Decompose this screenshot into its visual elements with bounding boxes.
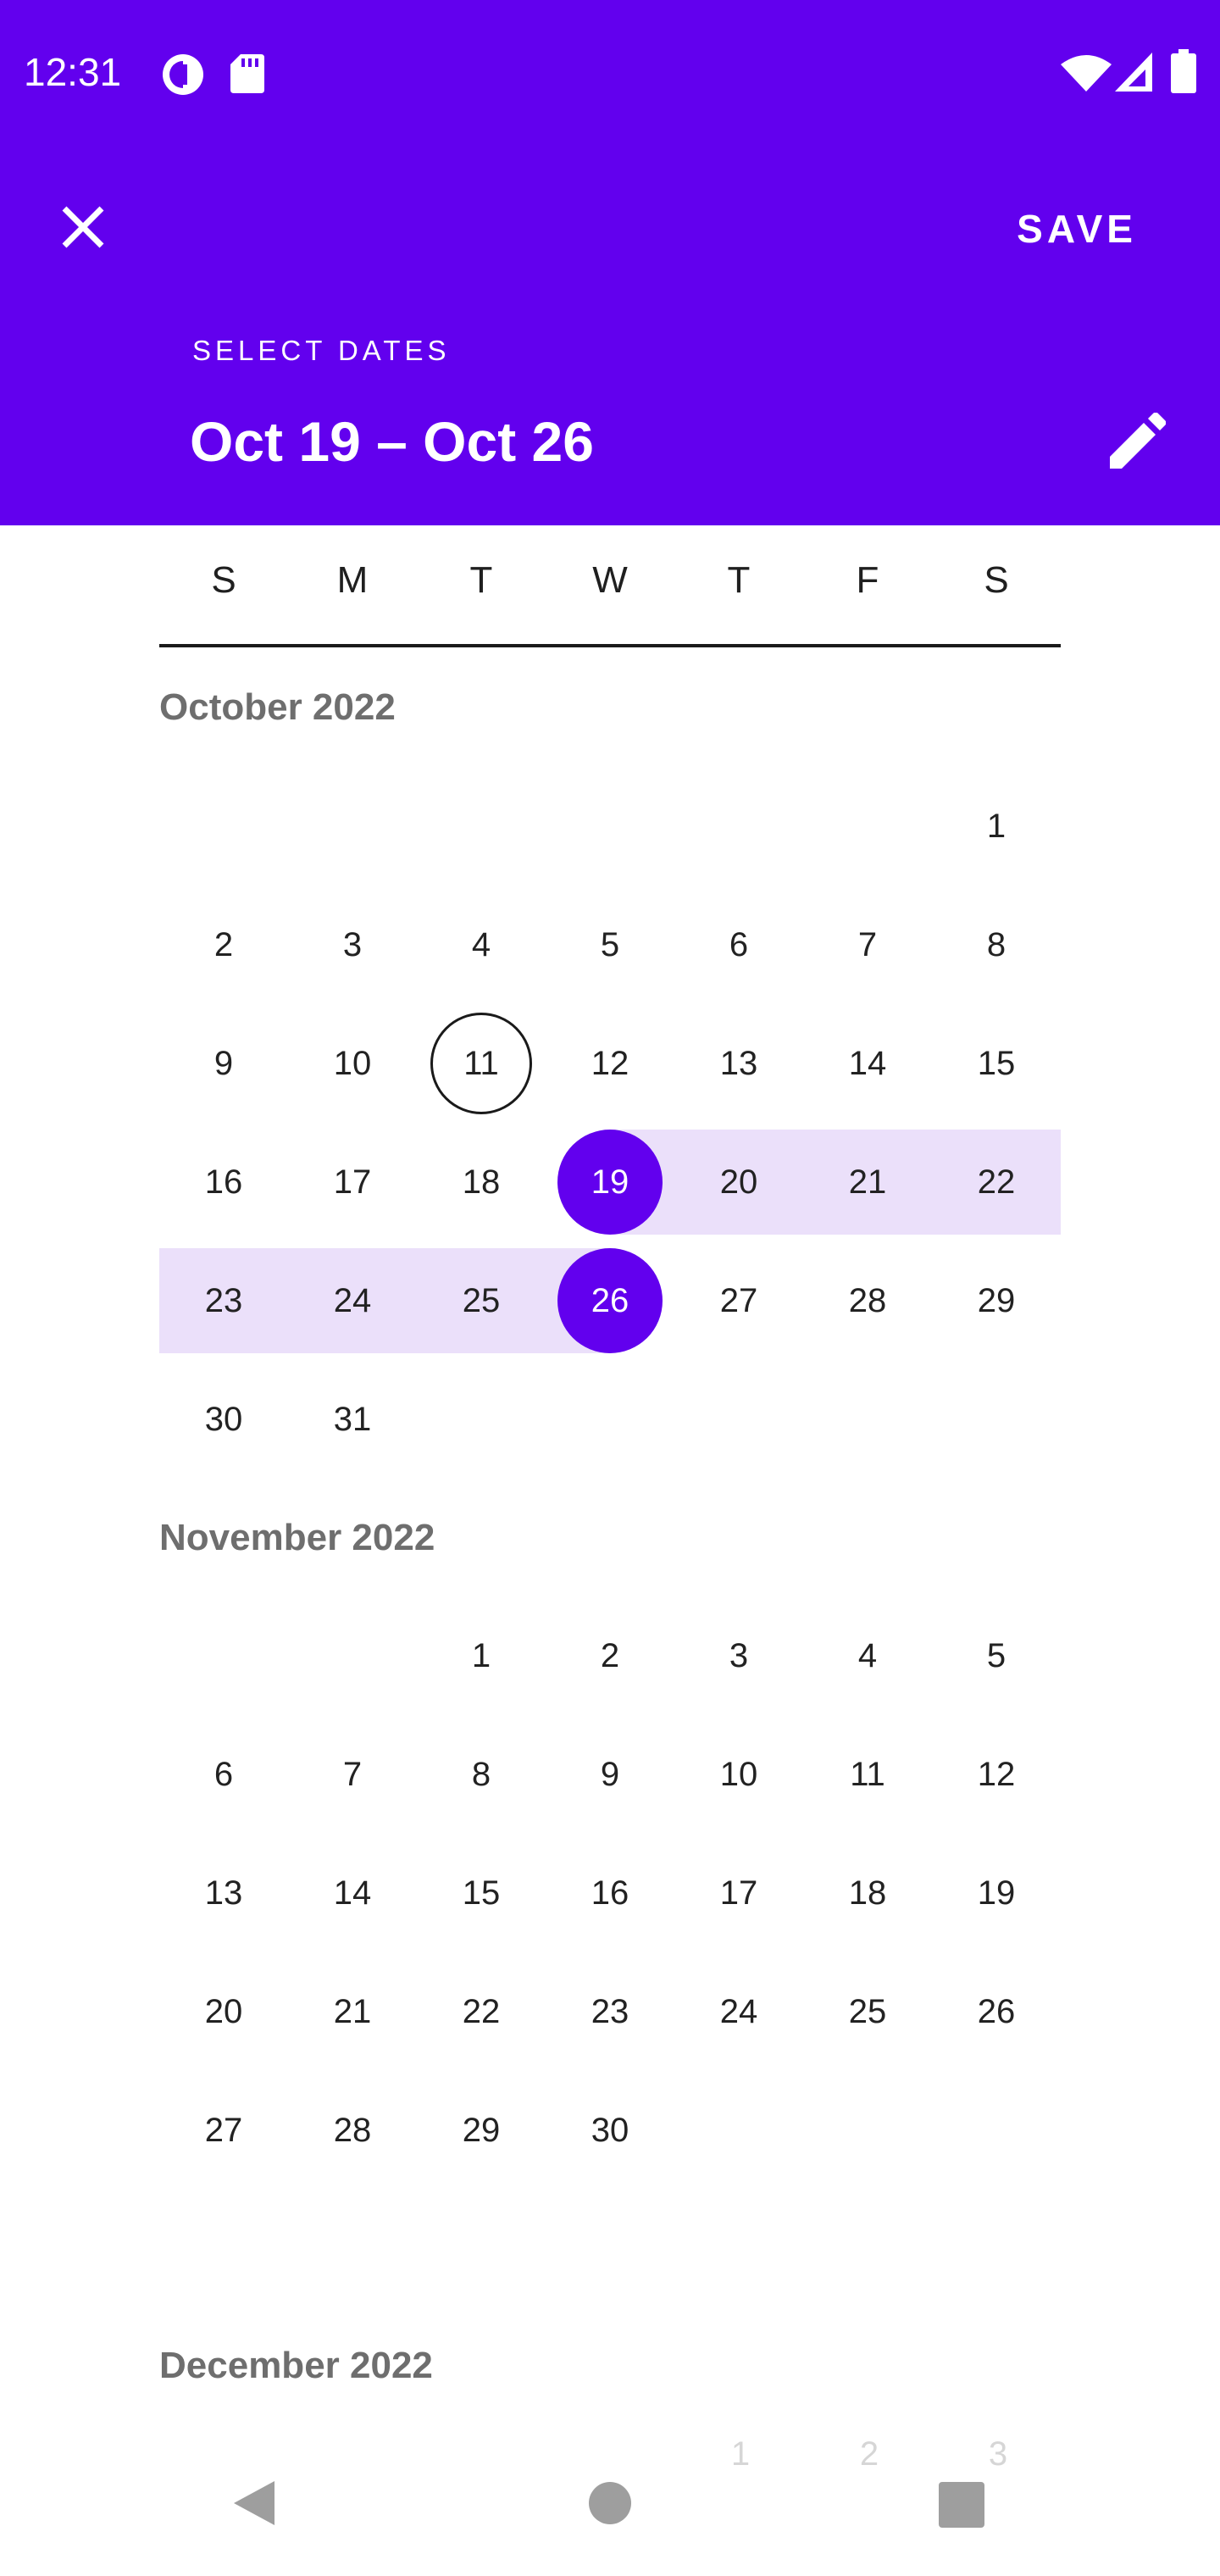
- weekday-label: M: [336, 559, 369, 601]
- calendar-day[interactable]: 24: [674, 1952, 803, 2071]
- calendar-day[interactable]: 15: [417, 1834, 546, 1952]
- calendar-day[interactable]: 5: [546, 886, 674, 1004]
- calendar-day[interactable]: 25: [417, 1241, 546, 1360]
- calendar-day[interactable]: 30: [159, 1360, 288, 1479]
- calendar-day[interactable]: 19: [546, 1123, 674, 1241]
- weekday-divider: [159, 644, 1061, 647]
- month-title: October 2022: [159, 686, 396, 728]
- weekday-header: S M T W T F S: [159, 559, 1061, 644]
- weekday-label: T: [469, 559, 493, 601]
- close-icon: [53, 206, 114, 261]
- calendar-day[interactable]: 22: [932, 1123, 1061, 1241]
- battery-icon: [1171, 49, 1196, 97]
- calendar-day[interactable]: 3: [934, 2429, 1062, 2479]
- calendar-day[interactable]: 29: [932, 1241, 1061, 1360]
- calendar-day[interactable]: 23: [546, 1952, 674, 2071]
- calendar-day[interactable]: 3: [288, 886, 417, 1004]
- calendar-day[interactable]: 19: [932, 1834, 1061, 1952]
- calendar-day[interactable]: 8: [932, 886, 1061, 1004]
- month-title: December 2022: [159, 2345, 433, 2386]
- wifi-icon: [1061, 54, 1112, 96]
- calendar-day[interactable]: 10: [288, 1004, 417, 1123]
- recents-icon: [939, 2482, 984, 2531]
- back-icon: [230, 2481, 278, 2532]
- selected-range-title: Oct 19 – Oct 26: [190, 410, 594, 473]
- calendar-day[interactable]: 7: [803, 886, 932, 1004]
- weekday-label: S: [984, 559, 1009, 601]
- calendar-day[interactable]: 14: [803, 1004, 932, 1123]
- calendar-day[interactable]: 17: [288, 1123, 417, 1241]
- weekday-label: W: [592, 559, 628, 601]
- calendar-day[interactable]: 6: [674, 886, 803, 1004]
- weekday-label: T: [727, 559, 751, 601]
- calendar-day[interactable]: 2: [546, 1596, 674, 1715]
- calendar-day[interactable]: 6: [159, 1715, 288, 1834]
- calendar-day[interactable]: 1: [932, 767, 1061, 886]
- calendar-day[interactable]: 21: [288, 1952, 417, 2071]
- calendar-day[interactable]: 7: [288, 1715, 417, 1834]
- calendar-day[interactable]: 1: [417, 1596, 546, 1715]
- save-button[interactable]: SAVE: [1017, 206, 1137, 252]
- calendar-day[interactable]: 17: [674, 1834, 803, 1952]
- calendar-day[interactable]: 29: [417, 2071, 546, 2190]
- calendar-day[interactable]: 3: [674, 1596, 803, 1715]
- calendar-day[interactable]: 26: [932, 1952, 1061, 2071]
- calendar-day[interactable]: 21: [803, 1123, 932, 1241]
- calendar-day[interactable]: 4: [803, 1596, 932, 1715]
- calendar-day[interactable]: 9: [546, 1715, 674, 1834]
- month-title: November 2022: [159, 1517, 435, 1558]
- calendar-day[interactable]: 28: [803, 1241, 932, 1360]
- calendar-day[interactable]: 15: [932, 1004, 1061, 1123]
- cell-signal-icon: [1115, 53, 1152, 96]
- calendar-day[interactable]: 16: [159, 1123, 288, 1241]
- calendar-day[interactable]: 24: [288, 1241, 417, 1360]
- calendar-day[interactable]: 31: [288, 1360, 417, 1479]
- nav-home-button[interactable]: [588, 2481, 632, 2529]
- calendar-day[interactable]: 16: [546, 1834, 674, 1952]
- calendar-day[interactable]: 2: [805, 2429, 934, 2479]
- calendar-day[interactable]: 18: [803, 1834, 932, 1952]
- calendar-day[interactable]: 9: [159, 1004, 288, 1123]
- weekday-label: F: [856, 559, 879, 601]
- calendar-day[interactable]: 13: [674, 1004, 803, 1123]
- calendar-day[interactable]: 14: [288, 1834, 417, 1952]
- select-dates-label: SELECT DATES: [192, 335, 451, 366]
- home-icon: [588, 2482, 632, 2529]
- calendar-day[interactable]: 20: [674, 1123, 803, 1241]
- calendar-day[interactable]: 13: [159, 1834, 288, 1952]
- calendar-day[interactable]: 8: [417, 1715, 546, 1834]
- edit-date-button[interactable]: [1106, 412, 1167, 475]
- calendar-day[interactable]: 25: [803, 1952, 932, 2071]
- calendar-day[interactable]: 30: [546, 2071, 674, 2190]
- weekday-label: S: [211, 559, 236, 601]
- close-button[interactable]: [53, 197, 114, 258]
- calendar-day[interactable]: 22: [417, 1952, 546, 2071]
- nav-recents-button[interactable]: [939, 2482, 984, 2532]
- calendar-day[interactable]: 20: [159, 1952, 288, 2071]
- calendar-day[interactable]: 28: [288, 2071, 417, 2190]
- calendar-day[interactable]: 2: [159, 886, 288, 1004]
- calendar-day[interactable]: 27: [674, 1241, 803, 1360]
- sd-card-icon: [230, 54, 264, 97]
- calendar-day[interactable]: 5: [932, 1596, 1061, 1715]
- nav-back-button[interactable]: [230, 2478, 278, 2533]
- calendar-day[interactable]: 11: [803, 1715, 932, 1834]
- calendar-day[interactable]: 27: [159, 2071, 288, 2190]
- calendar-day[interactable]: 4: [417, 886, 546, 1004]
- calendar-day[interactable]: 12: [546, 1004, 674, 1123]
- status-time: 12:31: [24, 50, 122, 94]
- calendar-day[interactable]: 11: [417, 1004, 546, 1123]
- edit-pencil-icon: [1106, 412, 1167, 475]
- calendar-day[interactable]: 18: [417, 1123, 546, 1241]
- calendar-day[interactable]: 23: [159, 1241, 288, 1360]
- calendar-day[interactable]: 1: [676, 2429, 805, 2479]
- calendar-day[interactable]: 26: [546, 1241, 674, 1360]
- calendar-day[interactable]: 12: [932, 1715, 1061, 1834]
- calendar-day[interactable]: 10: [674, 1715, 803, 1834]
- data-saver-icon: [161, 53, 205, 101]
